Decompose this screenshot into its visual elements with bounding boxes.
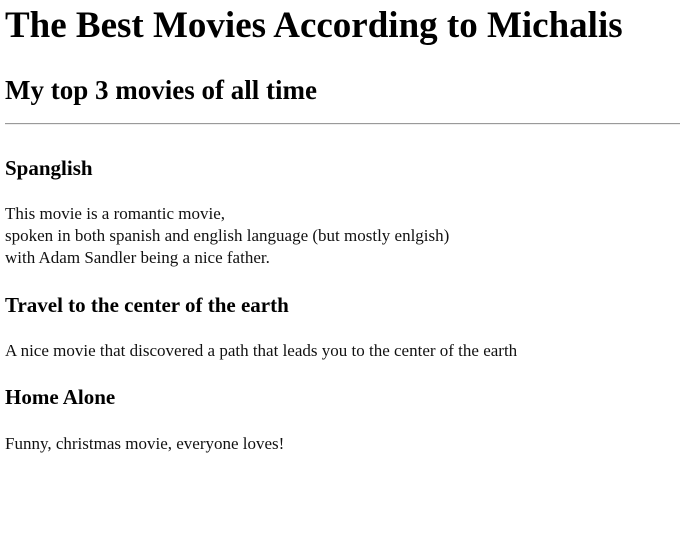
divider [5, 123, 680, 125]
page-subtitle: My top 3 movies of all time [5, 75, 317, 105]
description-line: A nice movie that discovered a path that… [5, 341, 518, 360]
description-line: Funny, christmas movie, everyone loves! [5, 434, 285, 453]
movie-description-spanglish: This movie is a romantic movie, spoken i… [5, 203, 449, 269]
movie-description-home-alone: Funny, christmas movie, everyone loves! [5, 433, 284, 455]
movie-title-spanglish: Spanglish [5, 156, 93, 180]
description-line: This movie is a romantic movie, [5, 204, 226, 223]
page-title: The Best Movies According to Michalis [5, 5, 623, 46]
movie-title-travel-to-the-center-of-the-earth: Travel to the center of the earth [5, 293, 289, 317]
description-line: spoken in both spanish and english langu… [5, 226, 450, 245]
description-line: with Adam Sandler being a nice father. [5, 248, 270, 267]
movie-title-home-alone: Home Alone [5, 385, 116, 409]
movie-description-travel-to-the-center-of-the-earth: A nice movie that discovered a path that… [5, 340, 517, 362]
